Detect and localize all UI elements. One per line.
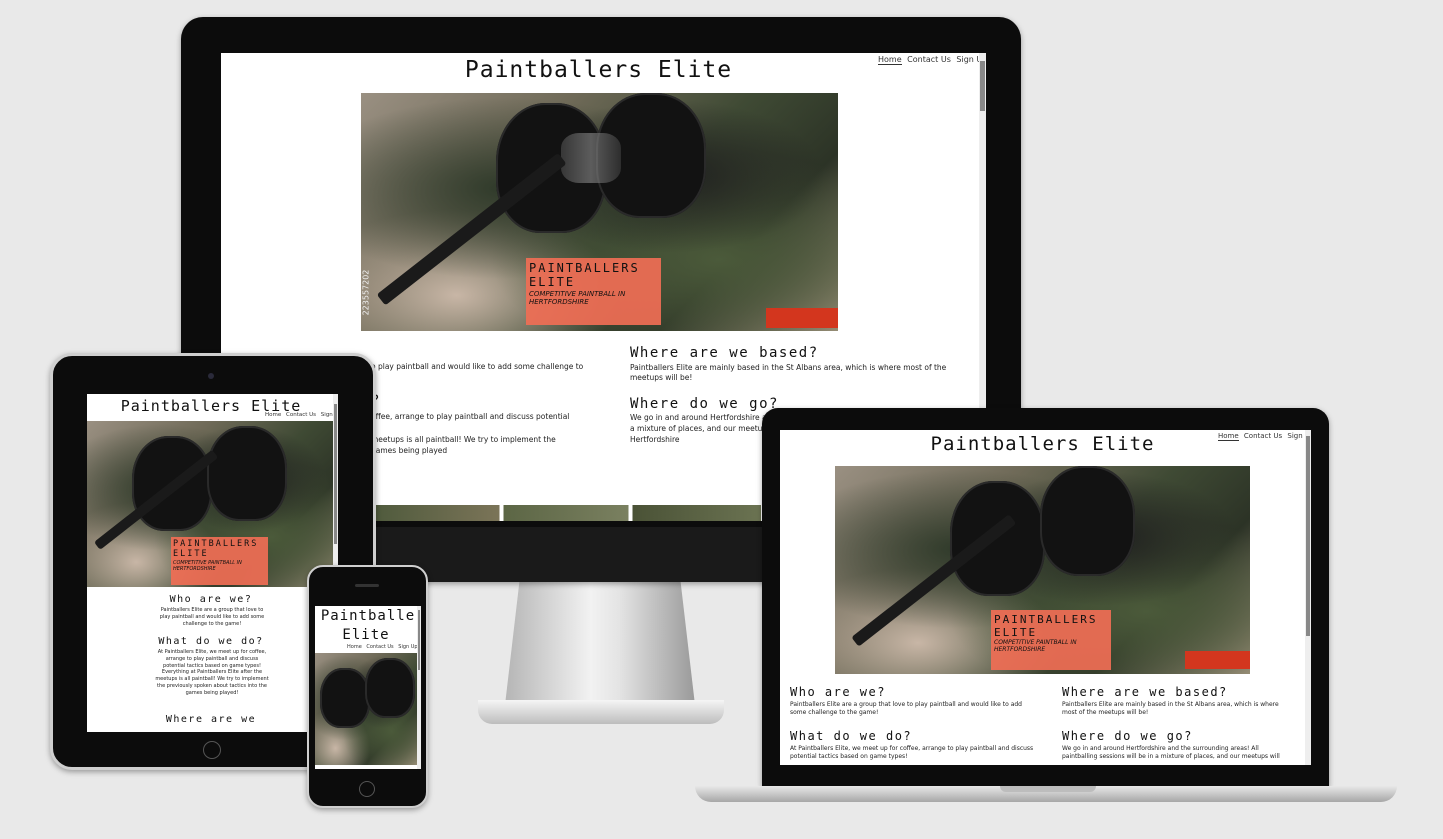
hero-badge-title-2: ELITE bbox=[529, 274, 576, 289]
laptop-who-heading: Who are we? bbox=[790, 685, 886, 699]
scrollbar-thumb[interactable] bbox=[980, 61, 985, 111]
hero-badge-subtitle: COMPETITIVE PAINTBALL IN bbox=[529, 289, 626, 298]
hero-visor bbox=[561, 133, 621, 183]
laptop-hero-image: PAINTBALLERS ELITE COMPETITIVE PAINTBALL… bbox=[835, 466, 1250, 674]
phone-speaker bbox=[355, 584, 379, 587]
laptop-where-go-heading: Where do we go? bbox=[1062, 729, 1193, 743]
tablet-camera bbox=[208, 373, 214, 379]
laptop-scrollbar[interactable] bbox=[1305, 430, 1311, 765]
phone-scrollbar-thumb[interactable] bbox=[418, 610, 420, 670]
phone-nav-contact-us[interactable]: Contact Us bbox=[366, 644, 393, 650]
what-text-2: meetups is all paintball! We try to impl… bbox=[371, 435, 556, 444]
laptop-what-text: At Paintballers Elite, we meet up for co… bbox=[790, 745, 1034, 761]
where-go-heading: Where do we go? bbox=[630, 396, 779, 412]
laptop-notch bbox=[1000, 786, 1096, 792]
laptop-hero-red-band bbox=[1185, 651, 1250, 669]
laptop-hero-badge-title-2: ELITE bbox=[994, 625, 1038, 639]
phone-scrollbar[interactable] bbox=[417, 606, 421, 769]
hero-watermark: 223557202 bbox=[361, 269, 371, 316]
tablet-home-button[interactable] bbox=[203, 741, 221, 759]
tablet-scrollbar-thumb[interactable] bbox=[334, 404, 337, 544]
where-based-text: Paintballers Elite are mainly based in t… bbox=[630, 363, 947, 383]
tablet-hero-badge-subtitle-2: HERTFORDSHIRE bbox=[173, 565, 216, 572]
hero-badge-subtitle-2: HERTFORDSHIRE bbox=[529, 297, 589, 306]
page-title: Paintballers Elite bbox=[464, 57, 733, 83]
where-based-heading: Where are we based? bbox=[630, 345, 819, 361]
main-nav: Home Contact Us Sign Up bbox=[878, 55, 986, 65]
tablet-who-text: Paintballers Elite are a group that love… bbox=[159, 607, 265, 627]
tablet-hero-badge-title-2: ELITE bbox=[173, 548, 209, 559]
phone-page-title-line2: Elite bbox=[342, 627, 390, 643]
laptop-where-go-text: We go in and around Hertfordshire and th… bbox=[1062, 745, 1280, 761]
laptop-where-based-text: Paintballers Elite are mainly based in t… bbox=[1062, 701, 1279, 717]
laptop-nav-home[interactable]: Home bbox=[1218, 432, 1239, 441]
desktop-stand-foot bbox=[478, 700, 724, 724]
where-go-text-2: a mixture of places, and our meetup bbox=[630, 424, 768, 433]
laptop-scrollbar-thumb[interactable] bbox=[1306, 436, 1310, 636]
laptop-hero-badge: PAINTBALLERS ELITE COMPETITIVE PAINTBALL… bbox=[991, 610, 1111, 670]
laptop-hero-badge-subtitle-2: HERTFORDSHIRE bbox=[994, 646, 1046, 654]
phone-hero-mask-left bbox=[320, 668, 370, 728]
hero-badge: PAINTBALLERS ELITE COMPETITIVE PAINTBALL… bbox=[526, 258, 661, 325]
tablet-nav-contact-us[interactable]: Contact Us bbox=[286, 412, 316, 418]
what-text-1: offee, arrange to play paintball and dis… bbox=[371, 412, 570, 421]
tablet-who-heading: Who are we? bbox=[169, 594, 253, 605]
gallery-strip bbox=[371, 505, 761, 521]
hero-image: 223557202 PAINTBALLERS ELITE COMPETITIVE… bbox=[361, 93, 838, 331]
tablet-hero-mask-right bbox=[207, 426, 287, 521]
laptop-who-text: Paintballers Elite are a group that love… bbox=[790, 701, 1022, 717]
hero-red-band bbox=[766, 308, 838, 328]
tablet-hero-image: PAINTBALLERS ELITE COMPETITIVE PAINTBALL… bbox=[87, 421, 333, 587]
tablet-where-heading: Where are we bbox=[165, 714, 257, 725]
who-text: o play paintball and would like to add s… bbox=[371, 362, 584, 371]
laptop-hero-mask-left bbox=[950, 481, 1045, 596]
laptop-nav-contact-us[interactable]: Contact Us bbox=[1244, 432, 1282, 440]
phone-home-button[interactable] bbox=[359, 781, 375, 797]
laptop-hero-badge-title: PAINTBALLERS bbox=[994, 613, 1098, 626]
nav-contact-us[interactable]: Contact Us bbox=[907, 55, 951, 64]
hero-badge-title: PAINTBALLERS bbox=[529, 261, 640, 275]
phone-hero-image bbox=[315, 653, 417, 765]
laptop-hero-badge-subtitle: COMPETITIVE PAINTBALL IN bbox=[994, 639, 1077, 647]
tablet-what-text: At Paintballers Elite, we meet up for co… bbox=[155, 649, 269, 696]
where-go-text-3: Hertfordshire bbox=[630, 435, 680, 444]
where-go-text-1: We go in and around Hertfordshire a bbox=[630, 413, 767, 422]
phone-screen: Paintballe Elite Home Contact Us Sign Up bbox=[315, 606, 421, 769]
tablet-hero-badge: PAINTBALLERS ELITE COMPETITIVE PAINTBALL… bbox=[171, 537, 268, 585]
nav-home[interactable]: Home bbox=[878, 55, 902, 65]
laptop-where-based-heading: Where are we based? bbox=[1062, 685, 1228, 699]
tablet-what-heading: What do we do? bbox=[158, 636, 264, 647]
phone-nav-home[interactable]: Home bbox=[347, 644, 362, 650]
desktop-stand-neck bbox=[505, 575, 695, 705]
laptop-nav: Home Contact Us Sign Up bbox=[1218, 432, 1311, 441]
laptop-hero-mask-right bbox=[1040, 466, 1135, 576]
phone-nav: Home Contact Us Sign Up bbox=[347, 644, 421, 650]
tablet-nav-home[interactable]: Home bbox=[265, 412, 281, 418]
phone-page-title-line1: Paintballe bbox=[320, 608, 416, 624]
tablet-screen: Paintballers Elite Home Contact Us Sign … bbox=[87, 394, 338, 732]
laptop-screen: Paintballers Elite Home Contact Us Sign … bbox=[780, 430, 1311, 765]
phone-nav-sign-up[interactable]: Sign Up bbox=[398, 644, 417, 650]
laptop-what-heading: What do we do? bbox=[790, 729, 913, 743]
tablet-nav: Home Contact Us Sign Up bbox=[265, 412, 338, 418]
what-text-3: games being played bbox=[371, 446, 448, 455]
phone-hero-mask-right bbox=[365, 658, 415, 718]
